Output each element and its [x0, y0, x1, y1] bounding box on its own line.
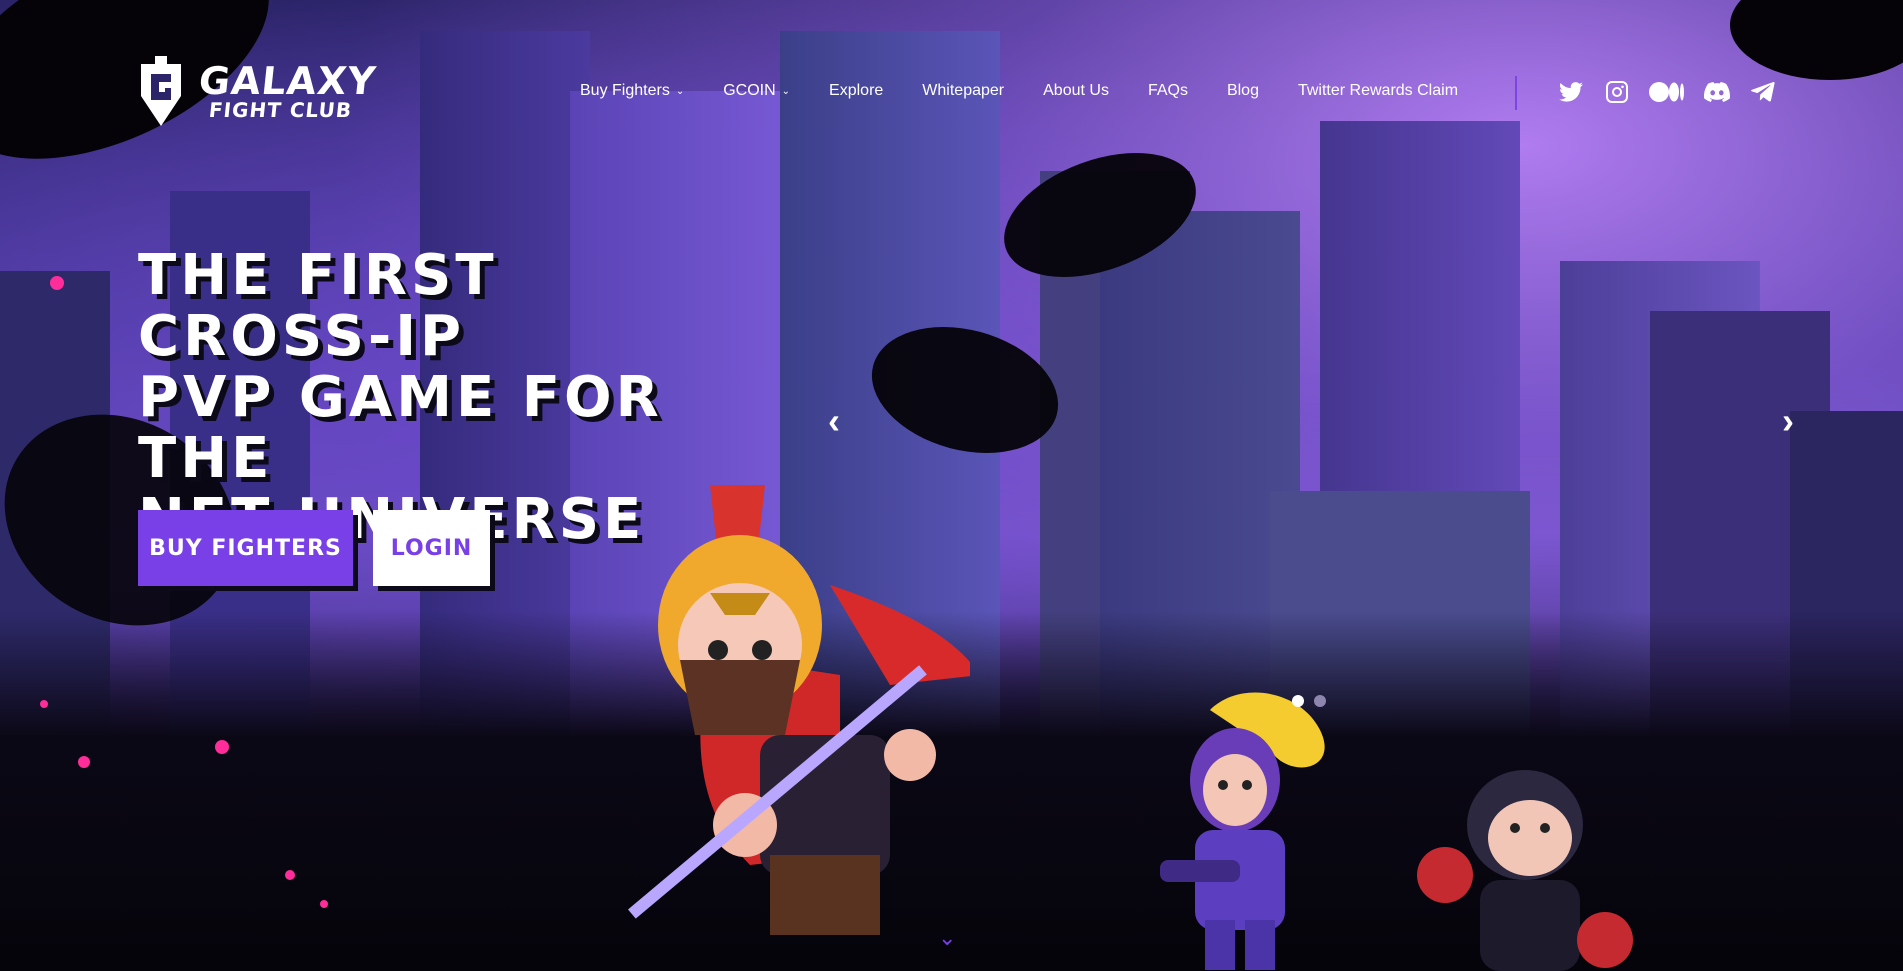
nav-item-gcoin[interactable]: GCOIN ⌄: [723, 82, 790, 100]
paint-dot: [50, 276, 64, 290]
nav-item-blog[interactable]: Blog: [1227, 82, 1259, 100]
paint-dot: [40, 700, 48, 708]
nav-item-whitepaper[interactable]: Whitepaper: [922, 82, 1004, 100]
discord-icon[interactable]: [1703, 78, 1731, 106]
telegram-icon[interactable]: [1749, 78, 1777, 106]
nav-item-label: Explore: [829, 82, 884, 99]
twitter-icon[interactable]: [1557, 78, 1585, 106]
galaxy-fight-club-logo[interactable]: GALAXY FIGHT CLUB: [137, 56, 379, 126]
carousel-dot-1[interactable]: [1292, 695, 1304, 707]
chevron-down-icon: ⌄: [781, 85, 791, 97]
hero-title: THE FIRST CROSS-IP PVP GAME FOR THE NFT …: [138, 245, 778, 550]
login-button[interactable]: LOGIN: [373, 510, 490, 586]
nav-item-label: About Us: [1043, 82, 1109, 99]
logo-mark-icon: [141, 56, 181, 126]
logo-line2: FIGHT CLUB: [207, 98, 354, 122]
paint-dot: [285, 870, 295, 880]
nav-item-about-us[interactable]: About Us: [1043, 82, 1109, 100]
carousel-dots: [1292, 695, 1326, 707]
ape-boxer-fighter: [1417, 770, 1633, 971]
nav-item-label: Twitter Rewards Claim: [1297, 82, 1459, 99]
nav-item-label: Blog: [1226, 82, 1259, 99]
hero-title-line: THE FIRST CROSS-IP: [138, 243, 498, 369]
astronaut-girl-fighter: [1160, 692, 1325, 970]
nav-item-label: Whitepaper: [922, 82, 1005, 99]
carousel-dot-2[interactable]: [1314, 695, 1326, 707]
hero-title-line: PVP GAME FOR THE: [138, 365, 663, 491]
chevron-down-icon: ⌄: [675, 85, 685, 97]
nav-divider: [1515, 76, 1517, 110]
social-links: [1557, 78, 1777, 106]
buy-fighters-button[interactable]: BUY FIGHTERS: [138, 510, 353, 586]
nav-item-label: Buy Fighters: [580, 82, 670, 99]
nav-item-label: GCOIN: [723, 82, 776, 99]
paint-dot: [78, 756, 90, 768]
spartan-fighter: [628, 485, 970, 935]
scroll-down-chevron-icon[interactable]: ⌄: [938, 925, 956, 951]
nav-item-twitter-rewards-claim[interactable]: Twitter Rewards Claim: [1298, 82, 1458, 100]
nav-item-explore[interactable]: Explore: [829, 82, 883, 100]
paint-dot: [215, 740, 229, 754]
logo-wordmark: GALAXY FIGHT CLUB: [196, 59, 379, 122]
carousel-prev-arrow-icon[interactable]: ‹: [828, 400, 840, 442]
main-nav: Buy Fighters ⌄ GCOIN ⌄ Explore Whitepape…: [580, 82, 1497, 100]
nav-item-faqs[interactable]: FAQs: [1148, 82, 1188, 100]
instagram-icon[interactable]: [1603, 78, 1631, 106]
carousel-next-arrow-icon[interactable]: ›: [1782, 400, 1794, 442]
paint-dot: [320, 900, 328, 908]
logo-line1: GALAXY: [196, 59, 379, 103]
medium-icon[interactable]: [1649, 78, 1685, 106]
nav-item-label: FAQs: [1147, 82, 1188, 99]
nav-item-buy-fighters[interactable]: Buy Fighters ⌄: [580, 82, 684, 100]
